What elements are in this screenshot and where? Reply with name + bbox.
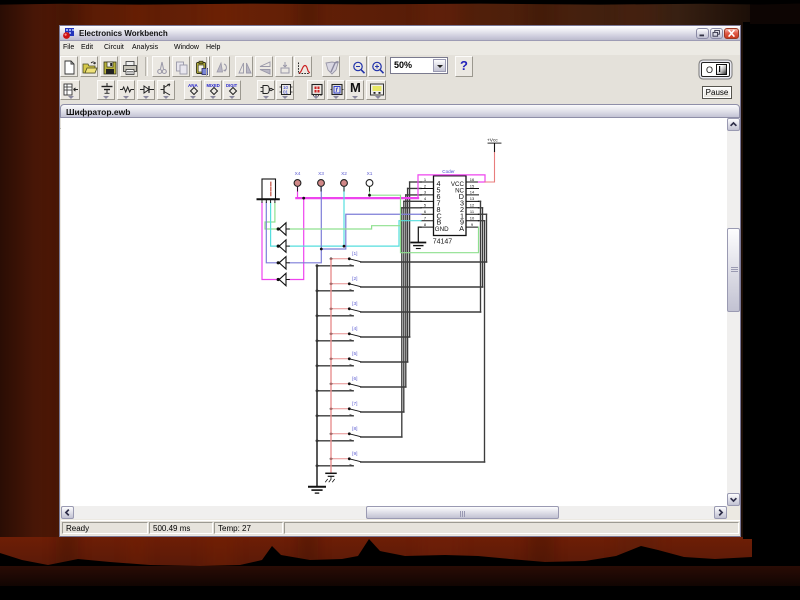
svg-text:74147: 74147: [433, 239, 453, 246]
svg-text:4: 4: [424, 196, 427, 201]
svg-text:[6]: [6]: [352, 376, 357, 382]
svg-text:B: B: [437, 218, 442, 227]
svg-text:[9]: [9]: [352, 451, 357, 457]
svg-text:12: 12: [470, 203, 475, 208]
svg-text:X3: X3: [318, 171, 324, 177]
svg-text:6: 6: [424, 209, 427, 214]
svg-text:MIXED: MIXED: [206, 83, 219, 88]
svg-text:2: 2: [424, 183, 427, 188]
svg-text:[3]: [3]: [352, 301, 357, 307]
svg-text:15: 15: [470, 183, 475, 188]
svg-text:[8]: [8]: [352, 426, 357, 432]
svg-text:A: A: [459, 224, 464, 233]
svg-text:+Vcc: +Vcc: [487, 138, 498, 144]
svg-text:[4]: [4]: [352, 326, 357, 332]
svg-text:16: 16: [470, 177, 475, 182]
svg-text:5: 5: [424, 203, 427, 208]
svg-text:[2]: [2]: [352, 276, 357, 282]
svg-text:[5]: [5]: [352, 351, 357, 357]
svg-text:[7]: [7]: [352, 401, 357, 407]
svg-text:14: 14: [470, 190, 475, 195]
svg-text:8: 8: [424, 222, 427, 227]
svg-text:11: 11: [470, 209, 475, 214]
svg-text:DIGIT: DIGIT: [226, 83, 238, 88]
svg-text:3: 3: [424, 190, 427, 195]
svg-text:1: 1: [424, 177, 427, 182]
svg-text:7: 7: [424, 216, 427, 221]
svg-text:13: 13: [470, 196, 475, 201]
svg-text:GND: GND: [435, 226, 449, 233]
svg-text:X2: X2: [341, 171, 347, 177]
svg-text:X4: X4: [295, 171, 301, 177]
svg-text:X1: X1: [367, 171, 373, 177]
svg-text:01: 01: [283, 90, 289, 95]
svg-text:ANA: ANA: [188, 83, 198, 88]
svg-text:9: 9: [471, 222, 474, 227]
svg-text:[1]: [1]: [352, 251, 357, 257]
svg-text:10: 10: [470, 216, 475, 221]
svg-text:Coder: Coder: [442, 169, 455, 174]
